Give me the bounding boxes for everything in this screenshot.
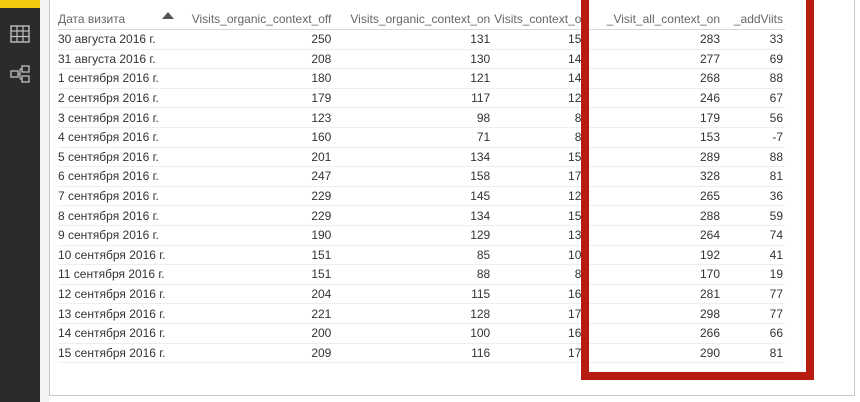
vertical-scrollbar[interactable] (838, 5, 844, 380)
cell-organic-on: 128 (333, 303, 493, 324)
cell-organic-on: 100 (333, 323, 493, 344)
column-header-organic-off[interactable]: Visits_organic_context_off (174, 9, 334, 30)
cell-context-on: 174 (492, 343, 591, 364)
total-cell-organic-off: 3332 (174, 362, 334, 367)
cell-context-on: 152 (492, 29, 591, 50)
total-cell-context-on: 2337 (492, 362, 591, 367)
cell-organic-off: 221 (174, 303, 334, 324)
cell-organic-on: 88 (333, 264, 493, 285)
cell-date: 15 сентября 2016 г. (58, 343, 175, 364)
cell-date: 13 сентября 2016 г. (58, 303, 175, 324)
total-cell-organic-on: 2000 (333, 362, 493, 367)
relationships-view-icon[interactable] (8, 62, 32, 86)
cell-organic-on: 71 (333, 127, 493, 148)
cell-organic-off: 180 (174, 68, 334, 89)
cell-context-on: 107 (492, 245, 591, 266)
cell-organic-off: 209 (174, 343, 334, 364)
cell-organic-off: 151 (174, 264, 334, 285)
cell-organic-on: 129 (333, 225, 493, 246)
cell-date: 9 сентября 2016 г. (58, 225, 175, 246)
cell-context-on: 82 (492, 264, 591, 285)
cell-context-on: 166 (492, 284, 591, 305)
highlight-box (581, 0, 814, 380)
column-header-context-on[interactable]: Visits_context_on (492, 9, 591, 30)
total-label: Всего (58, 362, 175, 367)
cell-date: 4 сентября 2016 г. (58, 127, 175, 148)
cell-organic-off: 190 (174, 225, 334, 246)
cell-organic-off: 250 (174, 29, 334, 50)
cell-organic-on: 145 (333, 186, 493, 207)
cell-context-on: 166 (492, 323, 591, 344)
cell-organic-off: 151 (174, 245, 334, 266)
cell-organic-off: 123 (174, 107, 334, 128)
cell-date: 11 сентября 2016 г. (58, 264, 175, 285)
cell-context-on: 82 (492, 127, 591, 148)
cell-organic-off: 208 (174, 49, 334, 70)
cell-context-on: 170 (492, 166, 591, 187)
cell-organic-on: 158 (333, 166, 493, 187)
cell-context-on: 147 (492, 68, 591, 89)
cell-organic-on: 134 (333, 147, 493, 168)
cell-date: 12 сентября 2016 г. (58, 284, 175, 305)
column-header-organic-on[interactable]: Visits_organic_context_on (333, 9, 493, 30)
accent-strip (0, 0, 40, 8)
cell-context-on: 154 (492, 205, 591, 226)
cell-date: 8 сентября 2016 г. (58, 205, 175, 226)
cell-organic-on: 134 (333, 205, 493, 226)
table-view-icon[interactable] (8, 22, 32, 46)
cell-date: 3 сентября 2016 г. (58, 107, 175, 128)
cell-organic-off: 229 (174, 205, 334, 226)
cell-date: 30 августа 2016 г. (58, 29, 175, 50)
cell-context-on: 120 (492, 186, 591, 207)
cell-context-on: 135 (492, 225, 591, 246)
cell-context-on: 170 (492, 303, 591, 324)
cell-context-on: 147 (492, 49, 591, 70)
cell-organic-off: 247 (174, 166, 334, 187)
cell-date: 1 сентября 2016 г. (58, 68, 175, 89)
cell-organic-on: 117 (333, 88, 493, 109)
cell-date: 5 сентября 2016 г. (58, 147, 175, 168)
cell-date: 14 сентября 2016 г. (58, 323, 175, 344)
sort-ascending-icon[interactable] (162, 12, 174, 19)
cell-date: 31 августа 2016 г. (58, 49, 175, 70)
view-sidebar (0, 0, 40, 402)
cell-organic-on: 98 (333, 107, 493, 128)
cell-context-on: 129 (492, 88, 591, 109)
cell-organic-on: 85 (333, 245, 493, 266)
cell-context-on: 155 (492, 147, 591, 168)
cell-organic-on: 116 (333, 343, 493, 364)
cell-organic-on: 115 (333, 284, 493, 305)
cell-context-on: 81 (492, 107, 591, 128)
cell-organic-off: 160 (174, 127, 334, 148)
cell-date: 10 сентября 2016 г. (58, 245, 175, 266)
cell-organic-off: 179 (174, 88, 334, 109)
cell-date: 7 сентября 2016 г. (58, 186, 175, 207)
cell-organic-off: 201 (174, 147, 334, 168)
cell-organic-off: 229 (174, 186, 334, 207)
cell-organic-on: 131 (333, 29, 493, 50)
column-header-date[interactable]: Дата визита (58, 9, 175, 30)
cell-date: 6 сентября 2016 г. (58, 166, 175, 187)
cell-organic-off: 200 (174, 323, 334, 344)
cell-date: 2 сентября 2016 г. (58, 88, 175, 109)
cell-organic-off: 204 (174, 284, 334, 305)
cell-organic-on: 130 (333, 49, 493, 70)
cell-organic-on: 121 (333, 68, 493, 89)
